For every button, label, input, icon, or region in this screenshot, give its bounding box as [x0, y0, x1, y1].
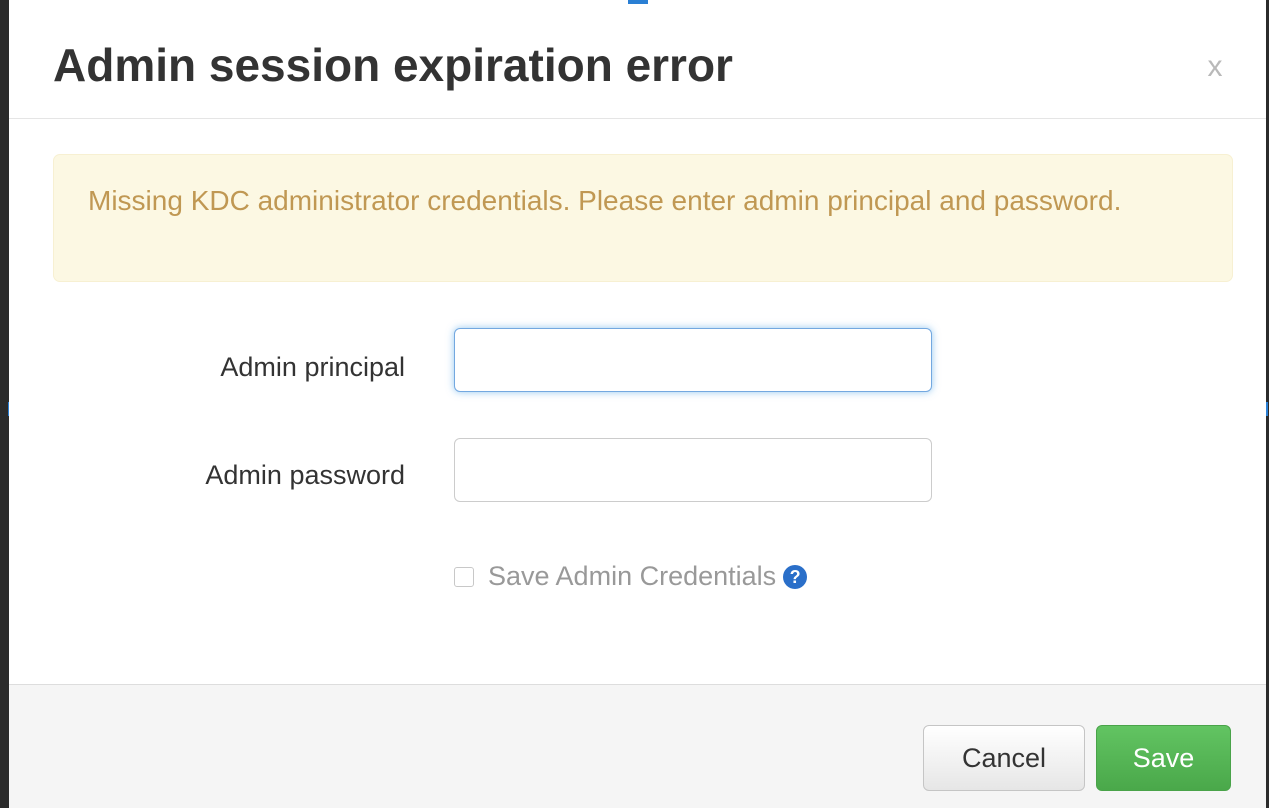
admin-password-input[interactable]: [454, 438, 932, 502]
modal-title: Admin session expiration error: [53, 39, 733, 91]
modal-header: Admin session expiration error x: [9, 8, 1266, 119]
admin-principal-input[interactable]: [454, 328, 932, 392]
admin-session-dialog: Admin session expiration error x Missing…: [9, 8, 1266, 808]
admin-password-label: Admin password: [205, 460, 405, 490]
warning-alert: Missing KDC administrator credentials. P…: [53, 154, 1233, 282]
modal-footer: Cancel Save: [9, 684, 1266, 808]
cancel-button[interactable]: Cancel: [923, 725, 1085, 791]
resize-handle-top[interactable]: [628, 0, 648, 4]
close-icon[interactable]: x: [1201, 52, 1229, 82]
save-credentials-checkbox[interactable]: [454, 567, 474, 587]
save-button[interactable]: Save: [1096, 725, 1231, 791]
save-credentials-label: Save Admin Credentials: [488, 560, 777, 591]
admin-principal-label: Admin principal: [220, 352, 405, 382]
question-circle-icon[interactable]: ?: [783, 565, 808, 589]
save-credentials-row: Save Admin Credentials ?: [454, 558, 808, 594]
